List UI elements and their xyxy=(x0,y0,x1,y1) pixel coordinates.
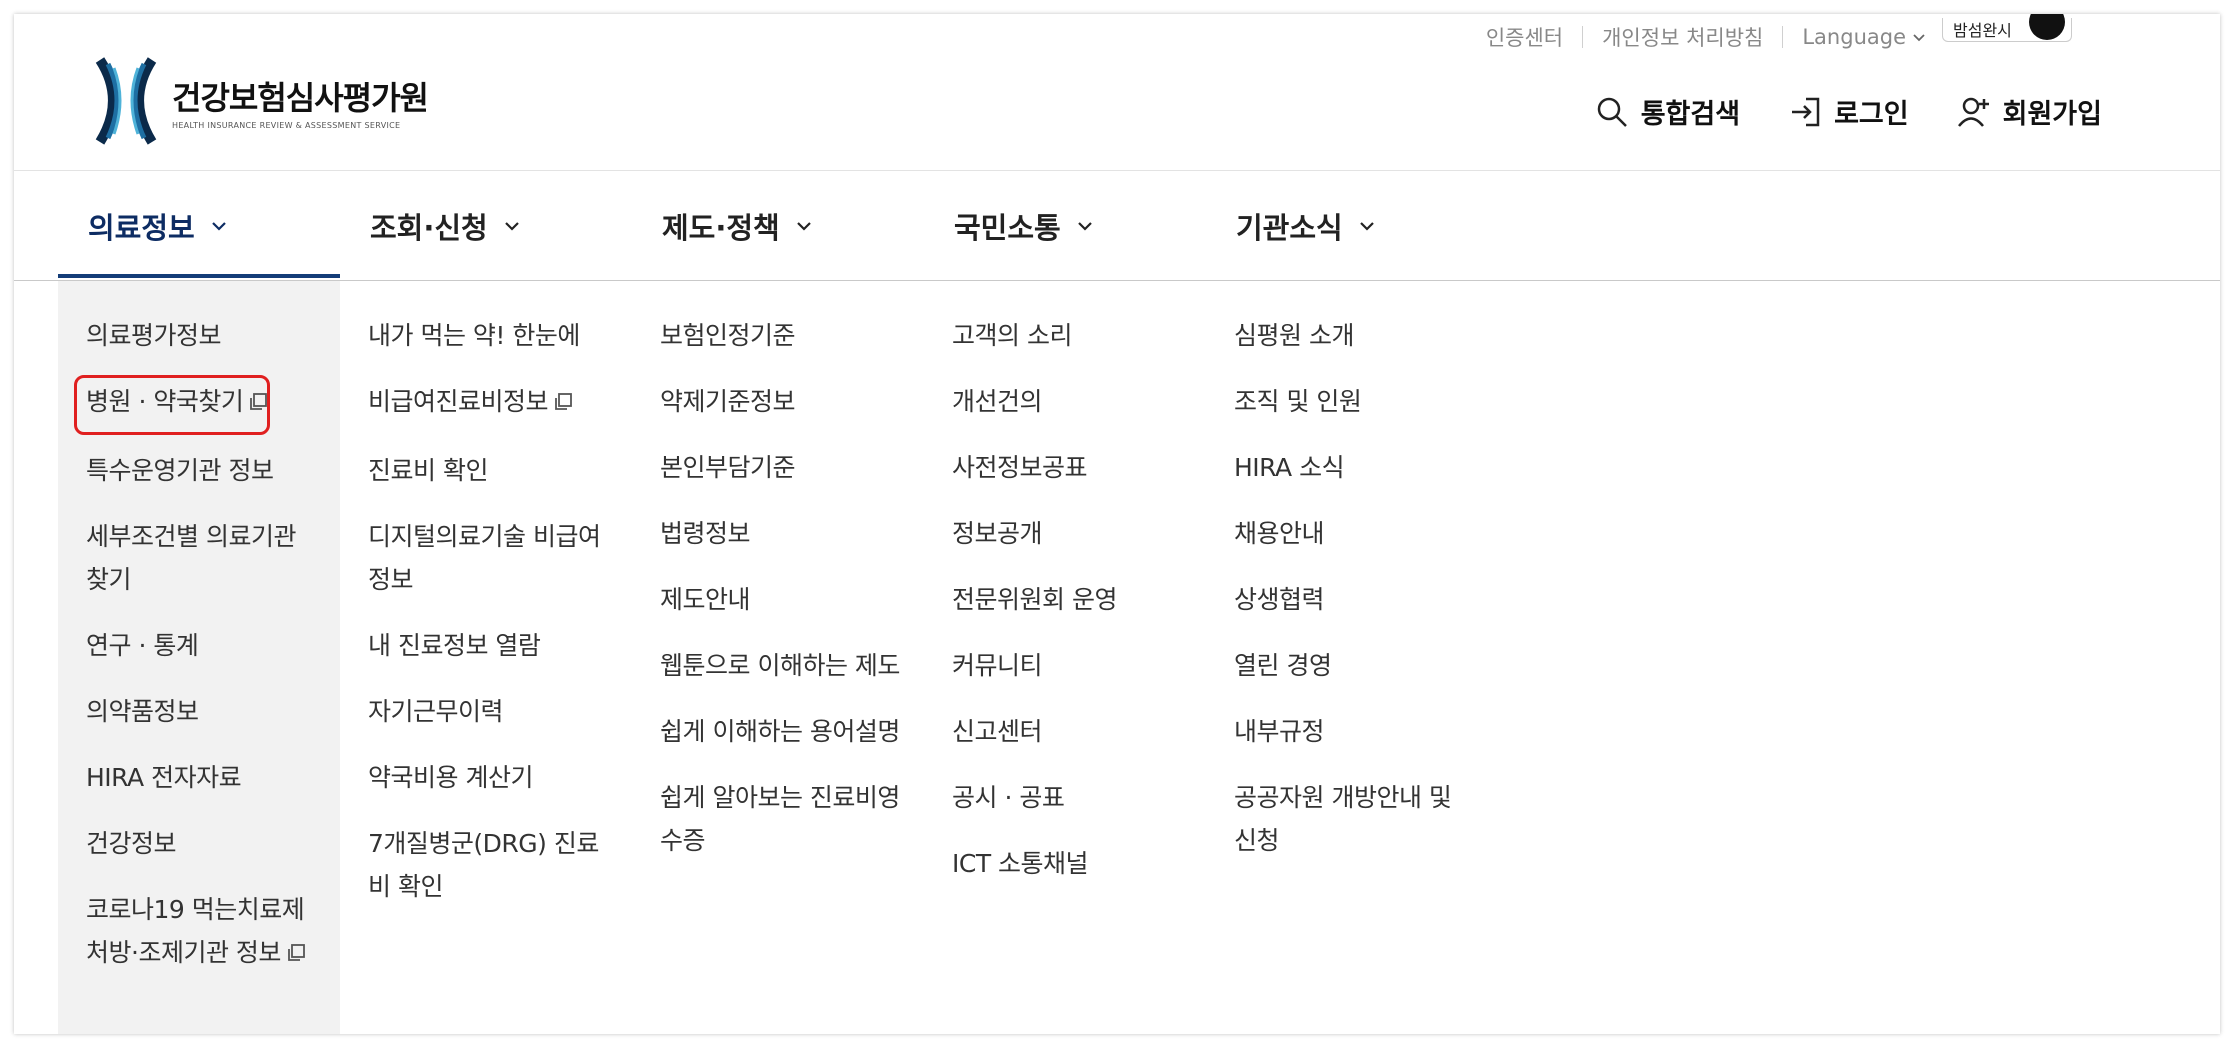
submenu-item-label: 비급여진료비정보 xyxy=(368,387,549,416)
login-button[interactable]: 로그인 xyxy=(1788,92,1909,131)
tab-label: 기관소식 xyxy=(1236,210,1343,245)
submenu-item[interactable]: 의약품정보 xyxy=(86,690,316,733)
chevron-down-icon xyxy=(1359,221,1374,231)
login-label: 로그인 xyxy=(1834,99,1909,130)
tab-label: 조회·신청 xyxy=(370,210,488,245)
submenu-item[interactable]: 신고센터 xyxy=(952,710,1212,753)
tab-medical-info[interactable]: 의료정보 xyxy=(88,171,229,280)
external-link-icon xyxy=(285,934,307,977)
submenu-item[interactable]: 디지털의료기술 비급여정보 xyxy=(368,515,618,601)
submenu-item[interactable]: 심평원 소개 xyxy=(1234,314,1474,357)
submenu-public-communication: 고객의 소리 개선건의 사전정보공표 정보공개 전문위원회 운영 커뮤니티 신고… xyxy=(952,314,1212,908)
active-tab-indicator xyxy=(58,274,340,278)
submenu-item[interactable]: 웹툰으로 이해하는 제도 xyxy=(660,644,910,687)
submenu-item[interactable]: 건강정보 xyxy=(86,822,316,865)
tab-label: 제도·정책 xyxy=(662,210,780,245)
tab-label: 의료정보 xyxy=(88,210,195,245)
external-link-icon xyxy=(552,383,574,426)
submenu-item[interactable]: 조직 및 인원 xyxy=(1234,380,1474,423)
chevron-down-icon xyxy=(211,221,226,231)
submenu-item[interactable]: 정보공개 xyxy=(952,512,1212,555)
submenu-item[interactable]: 자기근무이력 xyxy=(368,690,618,733)
submenu-item-non-covered-fees[interactable]: 비급여진료비정보 xyxy=(368,380,618,426)
language-selector[interactable]: Language xyxy=(1802,25,1926,49)
submenu-item[interactable]: 약국비용 계산기 xyxy=(368,756,618,799)
search-label: 통합검색 xyxy=(1640,99,1741,130)
user-plus-icon xyxy=(1957,97,1989,127)
submenu-item[interactable]: 커뮤니티 xyxy=(952,644,1212,687)
divider xyxy=(1782,26,1784,48)
search-icon xyxy=(1597,97,1627,127)
chevron-down-icon xyxy=(796,221,811,231)
submenu-item[interactable]: 내 진료정보 열람 xyxy=(368,624,618,667)
submenu-item[interactable]: 약제기준정보 xyxy=(660,380,910,423)
tab-system-policy[interactable]: 제도·정책 xyxy=(662,171,814,280)
submenu-item[interactable]: 쉽게 이해하는 용어설명 xyxy=(660,710,910,753)
hira-logo-icon xyxy=(95,57,157,145)
submenu-item[interactable]: 쉽게 알아보는 진료비영수증 xyxy=(660,776,910,862)
logo[interactable]: 건강보험심사평가원 HEALTH INSURANCE REVIEW & ASSE… xyxy=(94,56,429,146)
submenu-item-label: 코로나19 먹는치료제 처방·조제기관 정보 xyxy=(86,895,305,967)
toggle-label: 밤섬완시 xyxy=(1953,21,2012,40)
submenu-item[interactable]: 제도안내 xyxy=(660,578,910,621)
submenu-item[interactable]: 채용안내 xyxy=(1234,512,1474,555)
main-navigation: 의료정보 조회·신청 제도·정책 국민소통 기관소식 xyxy=(14,171,2220,280)
logo-text: 건강보험심사평가원 HEALTH INSURANCE REVIEW & ASSE… xyxy=(172,73,429,130)
tab-agency-news[interactable]: 기관소식 xyxy=(1236,171,1377,280)
submenu-item[interactable]: 특수운영기관 정보 xyxy=(86,449,316,492)
submenu-item[interactable]: 상생협력 xyxy=(1234,578,1474,621)
chevron-down-icon xyxy=(1077,221,1092,231)
submenu-item-covid-treatment[interactable]: 코로나19 먹는치료제 처방·조제기관 정보 xyxy=(86,888,316,977)
submenu-item[interactable]: 법령정보 xyxy=(660,512,910,555)
signup-button[interactable]: 회원가입 xyxy=(1957,92,2102,131)
submenu-system-policy: 보험인정기준 약제기준정보 본인부담기준 법령정보 제도안내 웹툰으로 이해하는… xyxy=(660,314,910,885)
submenu-item[interactable]: 내부규정 xyxy=(1234,710,1474,753)
signup-label: 회원가입 xyxy=(2002,99,2102,130)
submenu-item[interactable]: 공시 · 공표 xyxy=(952,776,1212,819)
submenu-item[interactable]: 보험인정기준 xyxy=(660,314,910,357)
submenu-item[interactable]: 진료비 확인 xyxy=(368,449,618,492)
submenu-item[interactable]: 내가 먹는 약! 한눈에 xyxy=(368,314,618,357)
utility-bar: 인증센터 개인정보 처리방침 Language 밤섬완시 xyxy=(1486,14,2072,52)
search-button[interactable]: 통합검색 xyxy=(1595,92,1740,131)
submenu-item[interactable]: 세부조건별 의료기관 찾기 xyxy=(86,515,316,601)
dark-mode-toggle[interactable]: 밤섬완시 xyxy=(1942,14,2072,42)
tab-public-communication[interactable]: 국민소통 xyxy=(954,171,1095,280)
privacy-policy-link[interactable]: 개인정보 처리방침 xyxy=(1602,22,1763,52)
submenu-item[interactable]: HIRA 전자자료 xyxy=(86,756,316,799)
tab-label: 국민소통 xyxy=(954,210,1061,245)
submenu-item[interactable]: HIRA 소식 xyxy=(1234,446,1474,489)
logo-subtitle: HEALTH INSURANCE REVIEW & ASSESSMENT SER… xyxy=(172,120,401,130)
submenu-item[interactable]: 연구 · 통계 xyxy=(86,624,316,667)
submenu-item[interactable]: 열린 경영 xyxy=(1234,644,1474,687)
submenu-agency-news: 심평원 소개 조직 및 인원 HIRA 소식 채용안내 상생협력 열린 경영 내… xyxy=(1234,314,1474,885)
language-label: Language xyxy=(1802,25,1906,49)
submenu-item[interactable]: ICT 소통채널 xyxy=(952,842,1212,885)
cert-center-link[interactable]: 인증센터 xyxy=(1486,22,1563,52)
divider xyxy=(1582,26,1584,48)
submenu-inquiry-apply: 내가 먹는 약! 한눈에 비급여진료비정보 진료비 확인 디지털의료기술 비급여… xyxy=(368,314,618,931)
submenu-item[interactable]: 공공자원 개방안내 및 신청 xyxy=(1234,776,1474,862)
submenu-item[interactable]: 7개질병군(DRG) 진료비 확인 xyxy=(368,822,618,908)
submenu-item[interactable]: 고객의 소리 xyxy=(952,314,1212,357)
toggle-knob xyxy=(2029,14,2065,40)
chevron-down-icon xyxy=(1913,34,1925,42)
header-actions: 통합검색 로그인 회원가입 xyxy=(1595,92,2102,131)
tab-inquiry-apply[interactable]: 조회·신청 xyxy=(370,171,522,280)
submenu-item[interactable]: 사전정보공표 xyxy=(952,446,1212,489)
submenu-item[interactable]: 본인부담기준 xyxy=(660,446,910,489)
submenu-item[interactable]: 개선건의 xyxy=(952,380,1212,423)
logo-name: 건강보험심사평가원 xyxy=(172,78,429,117)
highlight-box xyxy=(74,375,270,435)
divider xyxy=(14,280,2220,281)
login-icon xyxy=(1792,97,1820,126)
page-frame: 인증센터 개인정보 처리방침 Language 밤섬완시 건강보험심사평가원 H… xyxy=(14,14,2220,1034)
submenu-item[interactable]: 전문위원회 운영 xyxy=(952,578,1212,621)
chevron-down-icon xyxy=(504,221,519,231)
submenu-item[interactable]: 의료평가정보 xyxy=(86,314,316,357)
